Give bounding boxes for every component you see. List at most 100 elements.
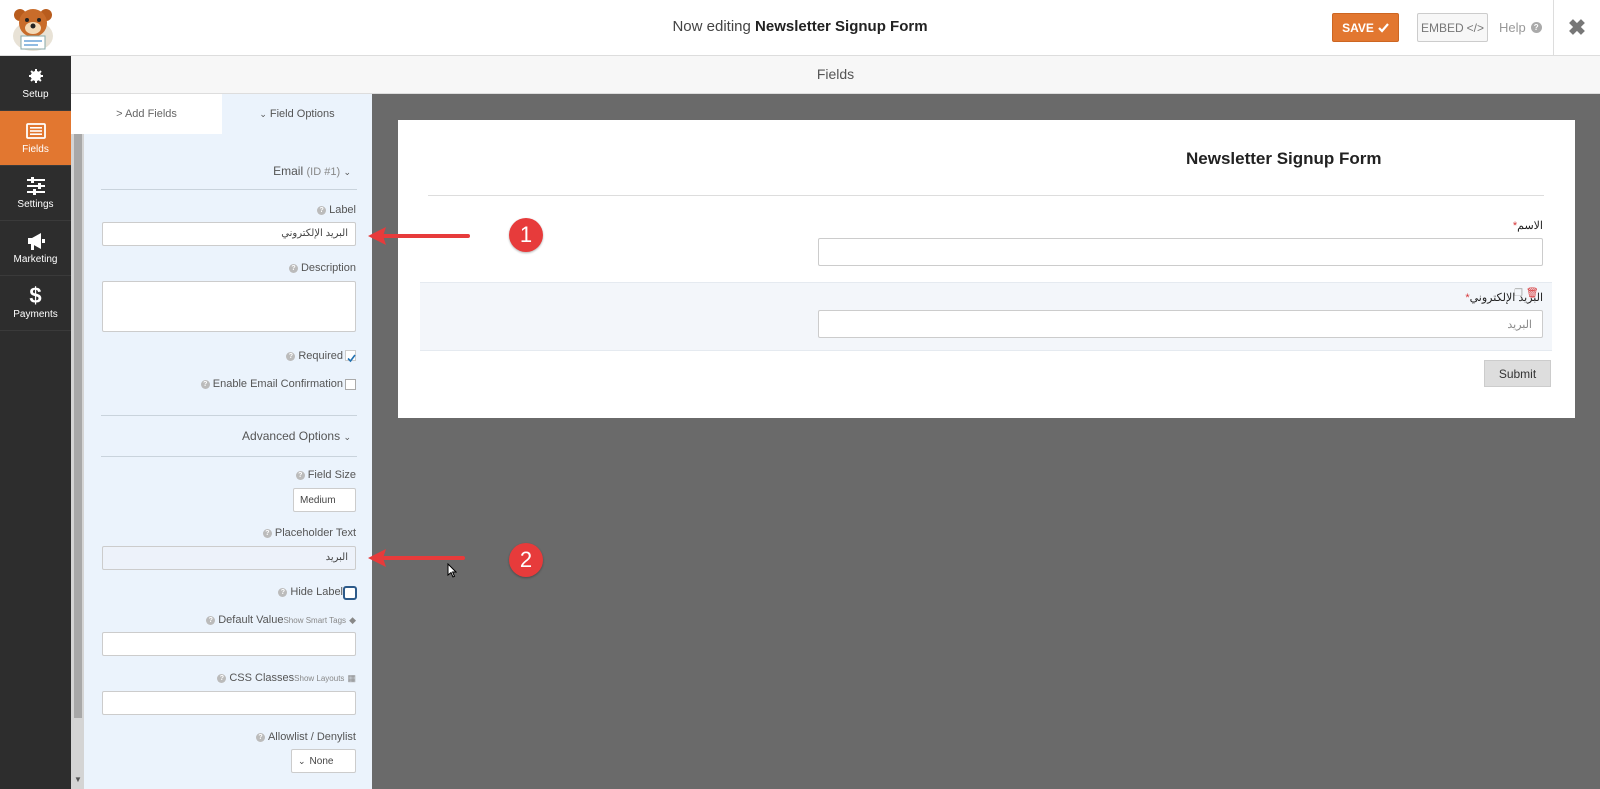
code-icon: </> (1466, 20, 1485, 35)
default-value-text: Default Value (218, 614, 284, 626)
name-label-text: الاسم (1517, 220, 1543, 232)
annotation-badge-2: 2 (509, 543, 543, 577)
submit-button[interactable]: Submit (1484, 360, 1551, 387)
close-button[interactable]: ✖ (1553, 0, 1600, 56)
nav-item-settings[interactable]: Settings (0, 166, 71, 221)
placeholder-input[interactable]: البريد (102, 546, 356, 570)
advanced-options-text: Advanced Options (242, 429, 341, 443)
divider (101, 456, 357, 457)
top-bar: Now editing Newsletter Signup Form SAVE … (0, 0, 1600, 56)
email-confirmation-checkbox[interactable] (345, 379, 356, 390)
hide-label-checkbox[interactable] (343, 586, 357, 600)
required-checkbox[interactable] (345, 350, 356, 363)
annotation-arrow-1 (368, 227, 470, 245)
help-label: Help (1499, 20, 1526, 35)
label-input[interactable]: البريد الإلكتروني (102, 222, 356, 246)
chevron-down-icon: ⌄ (343, 432, 351, 442)
field-size-title: ? Field Size (101, 469, 356, 481)
question-icon: ? (317, 205, 327, 215)
question-icon: ? (217, 673, 227, 683)
megaphone-icon (27, 233, 45, 250)
nav-item-marketing[interactable]: Marketing (0, 221, 71, 276)
tab-label: Field Options (269, 108, 335, 120)
check-icon (347, 354, 356, 363)
tab-add-fields[interactable]: > Add Fields (71, 94, 222, 134)
divider (101, 415, 357, 416)
save-button[interactable]: SAVE (1332, 13, 1399, 42)
tab-field-options[interactable]: ⌄ Field Options (222, 94, 372, 134)
field-id: (ID #1) (306, 166, 341, 178)
question-icon: ? (278, 587, 288, 597)
question-icon: ? (1530, 22, 1542, 33)
field-size-select[interactable]: Medium (293, 488, 356, 512)
email-input[interactable]: البريد (818, 310, 1543, 338)
field-type-label: Email (273, 164, 304, 178)
allowlist-select[interactable]: ⌄ None (291, 749, 356, 773)
nav-label: Payments (13, 309, 58, 320)
nav-label: Setup (22, 89, 49, 100)
label-title: ? Label (101, 204, 356, 216)
tab-label: > Add Fields (116, 108, 177, 120)
default-value-input[interactable] (102, 632, 356, 656)
divider (428, 195, 1544, 196)
email-confirmation-text: Enable Email Confirmation (212, 378, 343, 390)
form-title: Newsletter Signup Form (1186, 149, 1382, 168)
question-icon: ? (262, 528, 272, 538)
default-value-title: ? Default ValueShow Smart Tags ◆ (101, 614, 356, 626)
grid-icon: ▦ (347, 673, 356, 683)
field-size-text: Field Size (307, 469, 356, 481)
nav-label: Fields (22, 144, 49, 155)
description-title: ? Description (101, 262, 356, 274)
description-textarea[interactable] (102, 281, 356, 332)
save-label: SAVE (1342, 20, 1374, 35)
nav-item-payments[interactable]: $ Payments (0, 276, 71, 331)
smart-tags-link[interactable]: Show Smart Tags (283, 616, 346, 625)
annotation-badge-1: 1 (509, 218, 543, 252)
sliders-icon (26, 177, 45, 195)
nav-label: Marketing (13, 254, 58, 265)
advanced-options-toggle[interactable]: Advanced Options ⌄ (101, 429, 351, 443)
help-link[interactable]: Help ? (1499, 20, 1542, 35)
question-icon: ? (200, 379, 210, 389)
name-field-label[interactable]: الاسم* (1300, 219, 1543, 232)
show-layouts-link[interactable]: Show Layouts (294, 674, 344, 683)
placeholder-title: ? Placeholder Text (101, 527, 356, 539)
divider (101, 189, 357, 190)
required-label: ? Required (101, 350, 343, 362)
left-nav: Setup Fields Settings Marketing $ Paymen… (0, 56, 71, 789)
hide-label-label: ? Hide Label (101, 586, 343, 598)
chevron-down-icon: ⌄ (298, 755, 306, 766)
embed-label: EMBED (1420, 20, 1464, 35)
question-icon: ? (288, 263, 298, 273)
chevron-down-icon: ⌄ (259, 108, 267, 119)
submit-label: Submit (1498, 366, 1537, 381)
question-icon: ? (255, 732, 265, 742)
email-confirmation-label: ? Enable Email Confirmation (101, 378, 343, 390)
nav-item-fields[interactable]: Fields (0, 111, 71, 166)
allowlist-text: Allowlist / Denylist (267, 731, 356, 743)
nav-label: Settings (17, 199, 54, 210)
hide-label-text: Hide Label (290, 586, 343, 598)
scrollbar-thumb[interactable] (74, 134, 82, 718)
name-input[interactable] (818, 238, 1543, 266)
check-icon (1378, 22, 1389, 33)
title-prefix: Now editing (672, 18, 751, 35)
nav-item-setup[interactable]: Setup (0, 56, 71, 111)
email-field-label[interactable]: البريد الإلكتروني* (1300, 291, 1543, 304)
allowlist-title: ? Allowlist / Denylist (101, 731, 356, 743)
scroll-down-icon[interactable]: ▼ (74, 775, 82, 784)
css-classes-title: ? CSS ClassesShow Layouts ▦ (101, 672, 356, 684)
list-icon (25, 123, 46, 139)
field-heading[interactable]: Email (ID #1) ⌄ (101, 164, 351, 178)
description-title-text: Description (300, 262, 356, 274)
question-icon: ? (206, 615, 216, 625)
css-classes-input[interactable] (102, 691, 356, 715)
dollar-icon: $ (29, 283, 42, 308)
gear-icon (28, 69, 43, 83)
tag-icon: ◆ (349, 615, 356, 625)
question-icon: ? (295, 470, 305, 480)
chevron-down-icon: ⌄ (343, 167, 351, 177)
css-classes-text: CSS Classes (229, 672, 295, 684)
embed-button[interactable]: EMBED </> (1417, 13, 1488, 42)
mouse-cursor-icon (447, 563, 457, 578)
